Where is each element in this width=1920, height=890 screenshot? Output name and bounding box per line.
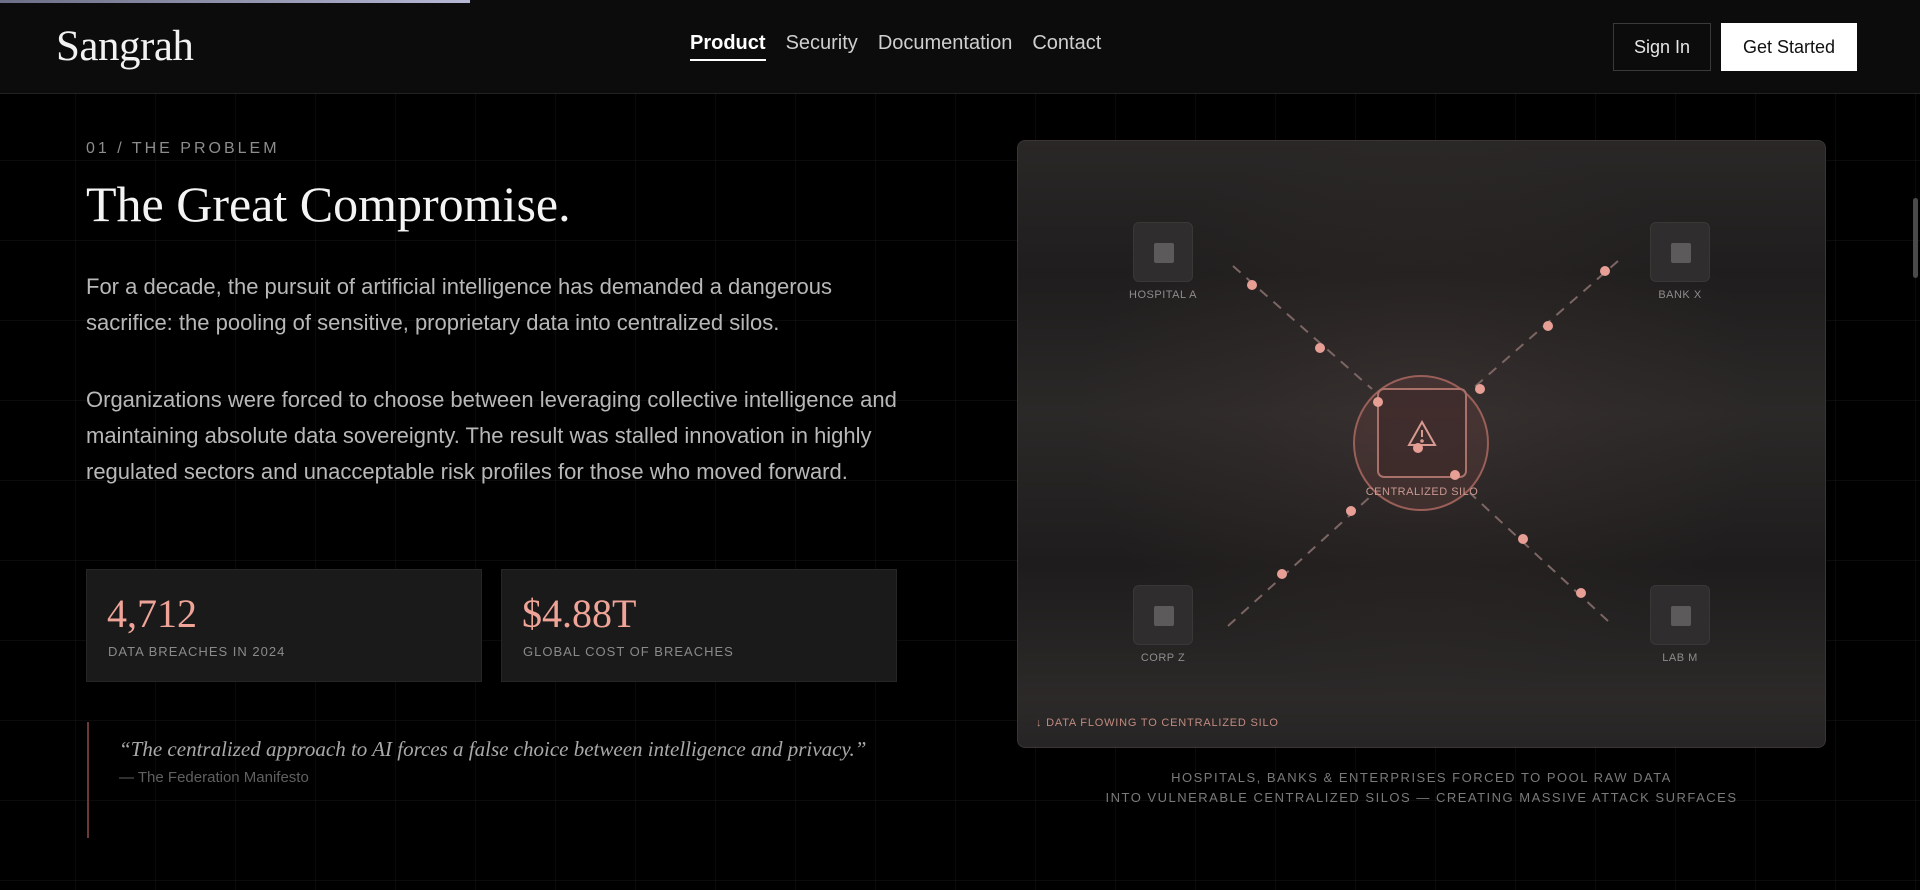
problem-section: 01 / THE PROBLEM The Great Compromise. F… — [0, 0, 1920, 890]
data-packet — [1543, 321, 1553, 331]
data-packet — [1315, 343, 1325, 353]
data-packet — [1475, 384, 1485, 394]
node-corp — [1133, 585, 1193, 645]
centralization-diagram: HOSPITAL A BANK X CORP Z LAB M CENTRALIZ… — [1017, 140, 1826, 748]
nav-product[interactable]: Product — [690, 32, 766, 61]
scroll-progress-bar — [0, 0, 470, 3]
get-started-button[interactable]: Get Started — [1721, 23, 1857, 71]
data-packet — [1346, 506, 1356, 516]
node-label-hospital: HOSPITAL A — [1129, 289, 1197, 301]
data-packet — [1277, 569, 1287, 579]
data-packet — [1413, 443, 1423, 453]
intro-paragraph: For a decade, the pursuit of artificial … — [86, 274, 833, 335]
stat-value: $4.88T — [522, 591, 637, 636]
scrollbar-thumb[interactable] — [1913, 198, 1918, 278]
node-bank — [1650, 222, 1710, 282]
diagram-footer: ↓ DATA FLOWING TO CENTRALIZED SILO — [1036, 717, 1279, 729]
nav-security[interactable]: Security — [786, 32, 858, 61]
stat-label: GLOBAL COST OF BREACHES — [523, 644, 734, 659]
section-title: The Great Compromise. — [86, 176, 571, 232]
data-packet — [1247, 280, 1257, 290]
section-kicker: 01 / THE PROBLEM — [86, 140, 280, 157]
flow-line-bottom-right — [1469, 492, 1609, 622]
manifesto-quote: “The centralized approach to AI forces a… — [87, 722, 887, 838]
node-hospital — [1133, 222, 1193, 282]
quote-source: — The Federation Manifesto — [119, 769, 309, 786]
node-label-corp: CORP Z — [1140, 652, 1186, 664]
stat-label: DATA BREACHES IN 2024 — [108, 644, 286, 659]
nav-documentation[interactable]: Documentation — [878, 32, 1013, 61]
site-header: Sangrah Product Security Documentation C… — [0, 0, 1920, 94]
stat-card-breaches: 4,712 DATA BREACHES IN 2024 — [86, 569, 482, 682]
detail-paragraph: Organizations were forced to choose betw… — [86, 387, 897, 484]
diagram-caption-line2: INTO VULNERABLE CENTRALIZED SILOS — CREA… — [1105, 790, 1738, 805]
data-packet — [1576, 588, 1586, 598]
node-label-bank: BANK X — [1658, 289, 1702, 301]
stat-card-cost: $4.88T GLOBAL COST OF BREACHES — [501, 569, 897, 682]
logo[interactable]: Sangrah — [56, 22, 194, 71]
sign-in-button[interactable]: Sign In — [1613, 23, 1711, 71]
nav-contact[interactable]: Contact — [1032, 32, 1101, 61]
main-nav: Product Security Documentation Contact — [690, 32, 1101, 61]
data-packet — [1518, 534, 1528, 544]
silo-label: CENTRALIZED SILO — [1365, 486, 1479, 498]
data-packet — [1373, 397, 1383, 407]
stat-value: 4,712 — [107, 591, 197, 636]
node-lab — [1650, 585, 1710, 645]
data-packet — [1600, 266, 1610, 276]
data-packet — [1450, 470, 1460, 480]
diagram-caption-line1: HOSPITALS, BANKS & ENTERPRISES FORCED TO… — [1171, 770, 1672, 785]
quote-text: “The centralized approach to AI forces a… — [119, 737, 867, 761]
node-label-lab: LAB M — [1662, 652, 1698, 664]
